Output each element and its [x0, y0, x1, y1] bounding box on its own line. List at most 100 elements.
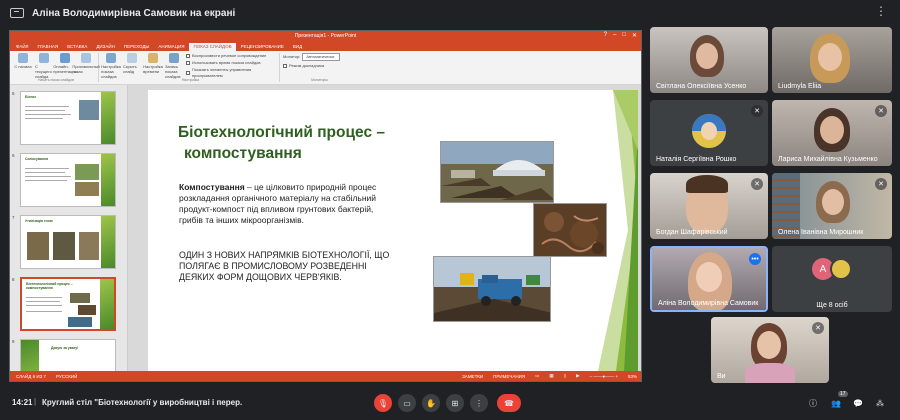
- clock: 14:21: [12, 398, 33, 407]
- hand-icon: ✋: [426, 398, 436, 408]
- mic-off-icon: ✕: [812, 322, 824, 334]
- online-icon: [60, 53, 70, 63]
- ribbon-group-monitors: Монитор: Автоматически Режим докладчика М…: [283, 53, 356, 82]
- language-indicator[interactable]: РУССКИЙ: [56, 374, 77, 379]
- thumbnail-slide[interactable]: Утилізація гною: [20, 215, 116, 269]
- ribbon-tabs: ФАЙЛ ГЛАВНАЯ ВСТАВКА ДИЗАЙН ПЕРЕХОДЫ АНИ…: [10, 41, 641, 51]
- slideshow-view-icon[interactable]: ▶: [576, 373, 579, 379]
- people-icon: 👥: [831, 398, 841, 408]
- zoom-level[interactable]: 53%: [628, 374, 637, 379]
- mic-toggle-button[interactable]: 🎙: [374, 394, 392, 412]
- participant-tile[interactable]: Світлана Олексіївна Усенко: [650, 27, 768, 93]
- tab-home[interactable]: ГЛАВНАЯ: [34, 43, 63, 51]
- tab-transitions[interactable]: ПЕРЕХОДЫ: [120, 43, 154, 51]
- thumbnail-slide[interactable]: Силосування: [20, 153, 116, 207]
- participant-tile[interactable]: ✕ Олена Іванівна Мирошник: [772, 173, 892, 239]
- sorter-view-icon[interactable]: ▦: [549, 373, 553, 379]
- presenting-bar: Аліна Володимирівна Самовик на екрані ⋮: [0, 0, 900, 26]
- tab-review[interactable]: РЕЦЕНЗИРОВАНИЕ: [237, 43, 288, 51]
- leave-call-button[interactable]: ☎: [497, 394, 521, 412]
- minimize-icon[interactable]: –: [613, 32, 616, 39]
- zoom-slider[interactable]: – ——●—— +: [590, 374, 618, 379]
- setup-icon: [106, 53, 116, 63]
- slide-thumbnail-pane: 5 Біогаз 6 Силосування 7 Утилізація гною…: [10, 85, 128, 373]
- info-icon: ⓘ: [809, 398, 817, 408]
- avatar: [830, 258, 852, 280]
- activities-button[interactable]: ⁂: [873, 396, 887, 410]
- camera-icon: ▭: [403, 398, 411, 408]
- ppt-status-bar: СЛАЙД 6 ИЗ 7 РУССКИЙ ЗАМЕТКИ ПРИМЕЧАНИЯ …: [10, 371, 641, 381]
- participant-tile[interactable]: ✕ Лариса Михайлівна Кузьменко: [772, 100, 892, 166]
- slide-editor: Біотехнологічний процес – компостування К…: [128, 85, 641, 373]
- present-button[interactable]: ⊞: [446, 394, 464, 412]
- tab-design[interactable]: ДИЗАЙН: [92, 43, 119, 51]
- self-view-tile[interactable]: ✕ Ви: [711, 317, 829, 383]
- more-options-button[interactable]: ⋮: [470, 394, 488, 412]
- phone-hangup-icon: ☎: [504, 398, 514, 408]
- current-slide: Біотехнологічний процес – компостування К…: [148, 90, 638, 371]
- thumbnail-slide[interactable]: Дякую за увагу!: [20, 339, 116, 373]
- avatar: [692, 114, 726, 148]
- slide-counter: СЛАЙД 6 ИЗ 7: [16, 373, 47, 379]
- help-icon[interactable]: ?: [604, 32, 607, 39]
- maximize-icon[interactable]: □: [622, 32, 626, 39]
- ribbon-group-setup: Настройка показа слайдов Скрыть слайд На…: [101, 53, 280, 82]
- thumbnail-slide-selected[interactable]: Біотехнологічний процес – компостування: [20, 277, 116, 331]
- custom-show-icon: [81, 53, 91, 63]
- activities-icon: ⁂: [876, 398, 884, 408]
- thumbnail-slide[interactable]: Біогаз: [20, 91, 116, 145]
- camera-toggle-button[interactable]: ▭: [398, 394, 416, 412]
- compost-worms-photo: [533, 203, 607, 257]
- presenter-view-checkbox[interactable]: Режим докладчика: [283, 63, 353, 69]
- participant-tile[interactable]: Liudmyla Eliia: [772, 27, 892, 93]
- meeting-title: Круглий стіл "Біотехнології у виробництв…: [42, 398, 242, 407]
- slide-title: Біотехнологічний процес – компостування: [178, 124, 385, 162]
- monitor-select[interactable]: Монитор: Автоматически: [283, 53, 353, 61]
- reading-view-icon[interactable]: ▯: [564, 373, 566, 379]
- mic-off-icon: ✕: [875, 178, 887, 190]
- slideshow-icon: [18, 53, 28, 63]
- slide-definition: Компостування – це цілковито природній п…: [179, 182, 377, 225]
- ppt-window-title: Презентація1 - PowerPoint: [294, 33, 357, 39]
- info-button[interactable]: ⓘ: [806, 396, 820, 410]
- tab-view[interactable]: ВИД: [289, 43, 306, 51]
- notes-button[interactable]: ЗАМЕТКИ: [462, 374, 483, 379]
- participant-tile[interactable]: ✕ Наталія Сергіївна Рошко: [650, 100, 768, 166]
- compost-facility-photo: [440, 141, 554, 203]
- tab-insert[interactable]: ВСТАВКА: [63, 43, 91, 51]
- hide-slide-icon: [127, 53, 137, 63]
- mic-off-icon: ✕: [751, 178, 763, 190]
- present-screen-icon: [10, 8, 24, 18]
- use-timings-checkbox[interactable]: Использовать время показа слайдов: [186, 60, 276, 66]
- record-icon: [169, 53, 179, 63]
- slideshow-current-icon: [39, 53, 49, 63]
- normal-view-icon[interactable]: ▭: [535, 373, 539, 379]
- tab-animation[interactable]: АНИМАЦИЯ: [154, 43, 188, 51]
- tab-file[interactable]: ФАЙЛ: [12, 43, 33, 51]
- presenting-label: Аліна Володимирівна Самовик на екрані: [32, 7, 236, 19]
- ribbon: С начала С текущего слайда Онлайн-презен…: [10, 51, 641, 85]
- mic-off-icon: ✕: [875, 105, 887, 117]
- speaking-indicator-icon: •••: [749, 253, 761, 265]
- more-participants-tile[interactable]: A Ще 8 осіб: [772, 246, 892, 312]
- compost-machine-photo: [433, 256, 551, 322]
- chat-button[interactable]: 💬: [851, 396, 865, 410]
- participant-tile[interactable]: ✕ Богдан Шафарівський: [650, 173, 768, 239]
- comments-button[interactable]: ПРИМЕЧАНИЯ: [493, 374, 525, 379]
- mic-off-icon: ✕: [751, 105, 763, 117]
- people-button[interactable]: 👥: [829, 396, 843, 410]
- raise-hand-button[interactable]: ✋: [422, 394, 440, 412]
- chat-icon: 💬: [853, 398, 863, 408]
- participant-tile-presenter[interactable]: ••• Аліна Володимирівна Самовик: [650, 246, 768, 312]
- timer-icon: [148, 53, 158, 63]
- more-vert-icon: ⋮: [475, 398, 483, 408]
- play-narrations-checkbox[interactable]: Воспроизвести речевое сопровождение: [186, 53, 276, 59]
- meet-control-bar: 14:21 | Круглий стіл "Біотехнології у ви…: [0, 386, 900, 420]
- ppt-title-bar: Презентація1 - PowerPoint ? – □ ✕: [10, 31, 641, 41]
- shared-screen: Презентація1 - PowerPoint ? – □ ✕ ФАЙЛ ГЛАВ…: [9, 30, 642, 382]
- tab-slideshow[interactable]: ПОКАЗ СЛАЙДОВ: [189, 43, 236, 51]
- close-icon[interactable]: ✕: [632, 32, 637, 39]
- mic-off-icon: 🎙: [377, 398, 389, 408]
- present-icon: ⊞: [451, 398, 459, 408]
- more-options-icon[interactable]: ⋮: [875, 5, 888, 17]
